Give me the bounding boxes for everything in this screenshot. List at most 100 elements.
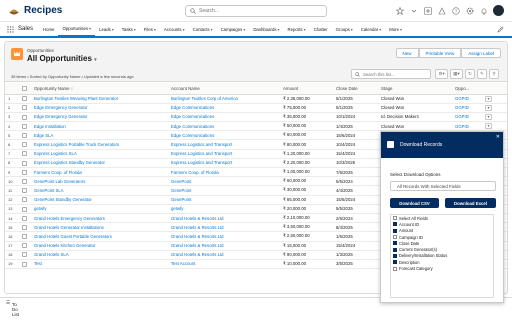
- opportunity-link[interactable]: Grand Hotels Kitchen Generator: [34, 243, 95, 248]
- account-link[interactable]: Grand Hotels & Resorts Ltd: [171, 252, 224, 257]
- download-excel-button[interactable]: Download Excel: [445, 198, 496, 208]
- nav-item-campaigns[interactable]: Campaigns ▾: [217, 21, 250, 37]
- field-checkbox[interactable]: [393, 260, 397, 265]
- row-actions-chevron-icon[interactable]: ▾: [485, 123, 492, 130]
- row-checkbox[interactable]: [19, 167, 31, 178]
- close-icon[interactable]: ✕: [496, 134, 500, 140]
- owner-link[interactable]: GGPID: [455, 105, 469, 110]
- nav-item-dashboards[interactable]: Dashboards ▾: [249, 21, 283, 37]
- opportunity-link[interactable]: Grand Hotels SLA: [34, 252, 69, 257]
- column-header-owner[interactable]: Oppo...: [452, 83, 482, 95]
- row-checkbox[interactable]: [19, 121, 31, 132]
- chevron-down-icon[interactable]: ▾: [154, 27, 156, 32]
- row-checkbox[interactable]: [19, 149, 31, 159]
- account-link[interactable]: Grand Hotels & Resorts Ltd: [171, 225, 224, 230]
- assign-label-button[interactable]: Assign Label: [461, 48, 501, 58]
- row-actions-chevron-icon[interactable]: ▾: [485, 113, 492, 120]
- field-checkbox[interactable]: [393, 266, 397, 271]
- row-checkbox[interactable]: [19, 250, 31, 260]
- field-checkbox[interactable]: [393, 228, 397, 233]
- recipes-logo-icon[interactable]: [8, 5, 20, 17]
- field-option[interactable]: Forecast Category: [391, 265, 493, 271]
- new-button[interactable]: New: [395, 48, 419, 58]
- opportunity-link[interactable]: Grand Hotels Emergency Generators: [34, 216, 105, 221]
- opportunity-link[interactable]: GenePoint Standby Generator: [34, 197, 92, 202]
- column-header-close-date[interactable]: Close Date: [333, 83, 378, 95]
- account-link[interactable]: GenePoint: [171, 179, 191, 184]
- nav-item-calendar[interactable]: Calendar ▾: [357, 21, 385, 37]
- opportunity-link[interactable]: Burlington Textiles Weaving Plant Genera…: [34, 96, 118, 101]
- opportunity-link[interactable]: Grand Hotels Guest Portable Generators: [34, 234, 112, 239]
- account-link[interactable]: Express Logistics and Transport: [171, 142, 232, 147]
- list-settings-gear-icon[interactable]: ⚙▾: [435, 69, 448, 79]
- row-checkbox[interactable]: [19, 94, 31, 104]
- filter-icon[interactable]: ⚲: [489, 69, 499, 79]
- row-checkbox[interactable]: [19, 185, 31, 196]
- nav-item-home[interactable]: Home: [39, 21, 58, 37]
- chevron-down-icon[interactable]: ▾: [183, 27, 185, 32]
- field-checkbox[interactable]: [393, 241, 397, 246]
- row-checkbox[interactable]: [19, 222, 31, 233]
- owner-link[interactable]: GGPID: [455, 124, 469, 129]
- opportunity-link[interactable]: GenePoint SLA: [34, 188, 64, 193]
- nav-item-reports[interactable]: Reports ▾: [284, 21, 310, 37]
- nav-item-leads[interactable]: Leads ▾: [95, 21, 118, 37]
- column-header-stage[interactable]: Stage: [378, 83, 452, 95]
- global-search-input[interactable]: Search...: [185, 5, 327, 17]
- nav-item-chatter[interactable]: Chatter: [310, 21, 332, 37]
- chevron-down-icon[interactable]: ▾: [89, 26, 91, 31]
- account-link[interactable]: Express Logistics and Transport: [171, 151, 232, 156]
- row-checkbox[interactable]: [19, 204, 31, 214]
- chevron-down-icon[interactable]: ▾: [278, 27, 280, 32]
- account-link[interactable]: Grand Hotels & Resorts Ltd: [171, 216, 224, 221]
- global-actions-plus-icon[interactable]: [423, 6, 433, 16]
- nav-item-contacts[interactable]: Contacts ▾: [189, 21, 217, 37]
- list-search-input[interactable]: Search this list...: [351, 69, 431, 79]
- row-checkbox[interactable]: [19, 103, 31, 113]
- row-checkbox[interactable]: [19, 158, 31, 169]
- app-logo-text[interactable]: Recipes: [24, 5, 62, 16]
- column-header-account-name[interactable]: Account Name: [168, 83, 280, 95]
- account-link[interactable]: Edge Communications: [171, 124, 214, 129]
- account-link[interactable]: Edge Communications: [171, 105, 214, 110]
- setup-gear-icon[interactable]: [465, 6, 475, 16]
- field-checkbox[interactable]: [393, 222, 397, 227]
- field-checkbox[interactable]: [393, 235, 397, 240]
- chevron-down-icon[interactable]: ▾: [304, 27, 306, 32]
- account-link[interactable]: Grand Hotels & Resorts Ltd: [171, 234, 224, 239]
- account-link[interactable]: Edge Communications: [171, 114, 214, 119]
- account-link[interactable]: Burlington Textiles Corp of America: [171, 96, 238, 101]
- opportunity-link[interactable]: Edge Emergency Generator: [34, 105, 88, 110]
- column-header-opportunity-name[interactable]: Opportunity Name ↑: [31, 83, 168, 95]
- opportunity-link[interactable]: Edge Emergency Generator: [34, 114, 88, 119]
- help-icon[interactable]: ?: [451, 6, 461, 16]
- row-checkbox[interactable]: [19, 195, 31, 205]
- account-link[interactable]: Grand Hotels & Resorts Ltd: [171, 243, 224, 248]
- list-switcher-chevron-icon[interactable]: ▾: [94, 57, 97, 63]
- favorites-star-icon[interactable]: [395, 6, 405, 16]
- account-link[interactable]: GenePoint: [171, 188, 191, 193]
- row-checkbox[interactable]: [19, 213, 31, 224]
- opportunity-link[interactable]: Edge Installation: [34, 124, 66, 129]
- opportunity-link[interactable]: Grand Hotels Generator Installations: [34, 225, 104, 230]
- column-header-amount[interactable]: Amount: [280, 83, 333, 95]
- row-actions-chevron-icon[interactable]: ▾: [485, 104, 492, 111]
- row-checkbox[interactable]: [19, 130, 31, 141]
- opportunity-link[interactable]: Test: [34, 261, 42, 266]
- chevron-down-icon[interactable]: ▾: [243, 27, 245, 32]
- row-checkbox[interactable]: [19, 176, 31, 187]
- row-checkbox[interactable]: [19, 259, 31, 270]
- edit-list-pencil-icon[interactable]: ✎: [477, 69, 487, 79]
- opportunity-link[interactable]: Express Logistics Portable Truck Generat…: [34, 142, 119, 147]
- field-checkbox[interactable]: [393, 247, 397, 252]
- account-link[interactable]: Express Logistics and Transport: [171, 160, 232, 165]
- notifications-bell-icon[interactable]: [479, 6, 489, 16]
- opportunity-link[interactable]: GenePoint Lab Generators: [34, 179, 85, 184]
- owner-link[interactable]: GGPID: [455, 96, 469, 101]
- chevron-down-icon[interactable]: ▾: [134, 27, 136, 32]
- row-checkbox[interactable]: [19, 139, 31, 150]
- trailhead-icon[interactable]: [437, 6, 447, 16]
- nav-item-accounts[interactable]: Accounts ▾: [160, 21, 189, 37]
- row-checkbox[interactable]: [19, 231, 31, 242]
- nav-item-opportunities[interactable]: Opportunities ▾: [58, 21, 96, 37]
